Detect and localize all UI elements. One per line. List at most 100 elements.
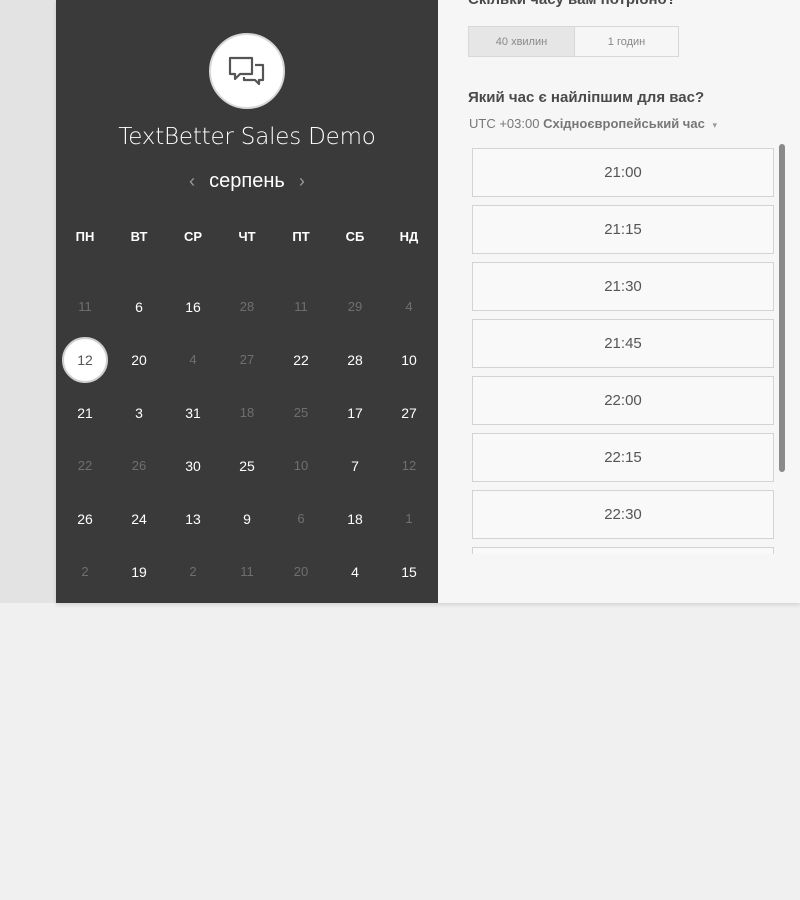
day-number: 12: [62, 336, 108, 383]
day-cell: 26: [112, 439, 166, 492]
day-number: 17: [347, 404, 363, 421]
chevron-left-icon[interactable]: ‹: [189, 171, 195, 192]
day-cell: 28: [220, 280, 274, 333]
day-cell[interactable]: 20: [112, 333, 166, 386]
day-cell: 11: [58, 280, 112, 333]
timezone-name: Східноєвропейський час: [543, 116, 705, 131]
day-number: 16: [185, 298, 201, 315]
weekday-label: ЧТ: [238, 229, 256, 244]
day-cell[interactable]: 7: [328, 439, 382, 492]
day-grid: 11 6 16 28 11 29 4 12 20 4 27 22 28 10 21 3 31 18 25 17 27 22…: [58, 280, 436, 598]
day-number: 15: [401, 563, 417, 580]
day-number: 20: [293, 564, 309, 579]
day-number: 10: [293, 458, 309, 473]
month-navigation: ‹ серпень ›: [56, 170, 438, 193]
day-cell[interactable]: 25: [220, 439, 274, 492]
day-number: 30: [185, 457, 201, 474]
day-number: 19: [131, 563, 147, 580]
time-slot[interactable]: 21:00: [472, 148, 774, 197]
day-cell[interactable]: 21: [58, 386, 112, 439]
day-number: 22: [77, 458, 93, 473]
day-cell-selected[interactable]: 12: [58, 333, 112, 386]
left-background-strip: [0, 0, 56, 603]
slot-list-scrollbar[interactable]: [779, 144, 785, 472]
time-slot[interactable]: 22:15: [472, 433, 774, 482]
chevron-right-icon[interactable]: ›: [299, 171, 305, 192]
day-cell: 27: [220, 333, 274, 386]
day-number: 7: [351, 457, 359, 474]
time-slot[interactable]: 22:30: [472, 490, 774, 539]
weekday-label: ПТ: [292, 229, 310, 244]
chat-bubbles-icon: [209, 33, 285, 109]
day-cell: 12: [382, 439, 436, 492]
day-cell[interactable]: 3: [112, 386, 166, 439]
day-cell: 4: [166, 333, 220, 386]
day-number: 11: [78, 299, 92, 314]
day-number: 4: [351, 563, 359, 580]
day-cell: 20: [274, 545, 328, 598]
day-cell: 2: [166, 545, 220, 598]
day-number: 6: [297, 511, 305, 526]
day-number: 1: [405, 511, 413, 526]
day-cell[interactable]: 26: [58, 492, 112, 545]
timezone-selector[interactable]: UTC +03:00 Східноєвропейський час ▾: [469, 116, 717, 131]
day-cell[interactable]: 18: [328, 492, 382, 545]
day-number: 20: [131, 351, 147, 368]
day-cell[interactable]: 28: [328, 333, 382, 386]
day-number: 3: [135, 404, 143, 421]
time-slot[interactable]: 21:15: [472, 205, 774, 254]
day-cell[interactable]: 16: [166, 280, 220, 333]
day-number: 6: [135, 298, 143, 315]
timezone-offset: UTC +03:00: [469, 116, 540, 131]
day-cell[interactable]: 27: [382, 386, 436, 439]
day-cell[interactable]: 4: [328, 545, 382, 598]
day-cell: 6: [274, 492, 328, 545]
day-number: 21: [77, 404, 93, 421]
scheduler-card: TextBetter Sales Demo ‹ серпень › ПН ВТ …: [56, 0, 800, 603]
duration-option-40min[interactable]: 40 хвилин: [469, 27, 575, 56]
time-question: Який час є найліпшим для вас?: [468, 89, 705, 106]
day-cell: 11: [220, 545, 274, 598]
day-number: 13: [185, 510, 201, 527]
day-cell: 29: [328, 280, 382, 333]
day-number: 28: [347, 351, 363, 368]
day-cell[interactable]: 15: [382, 545, 436, 598]
day-cell: 22: [58, 439, 112, 492]
day-cell[interactable]: 19: [112, 545, 166, 598]
day-number: 18: [239, 405, 255, 420]
day-number: 4: [189, 352, 197, 367]
weekday-header: ПН ВТ СР ЧТ ПТ СБ НД: [58, 229, 436, 244]
duration-question: Скільки часу вам потрібно?: [468, 0, 676, 8]
duration-option-1h[interactable]: 1 годин: [575, 27, 678, 56]
weekday-label: ПН: [75, 229, 95, 244]
day-cell[interactable]: 22: [274, 333, 328, 386]
day-cell[interactable]: 31: [166, 386, 220, 439]
day-cell[interactable]: 9: [220, 492, 274, 545]
time-slot[interactable]: 21:30: [472, 262, 774, 311]
time-slot[interactable]: 21:45: [472, 319, 774, 368]
day-cell[interactable]: 6: [112, 280, 166, 333]
time-slot[interactable]: 22:00: [472, 376, 774, 425]
day-cell: 4: [382, 280, 436, 333]
day-cell[interactable]: 17: [328, 386, 382, 439]
day-cell[interactable]: 24: [112, 492, 166, 545]
day-cell: 18: [220, 386, 274, 439]
day-number: 26: [131, 458, 147, 473]
day-cell[interactable]: 13: [166, 492, 220, 545]
weekday-label: НД: [399, 229, 419, 244]
day-cell[interactable]: 30: [166, 439, 220, 492]
day-number: 2: [189, 564, 197, 579]
day-cell[interactable]: 10: [382, 333, 436, 386]
calendar-panel: TextBetter Sales Demo ‹ серпень › ПН ВТ …: [56, 0, 438, 603]
day-number: 29: [347, 299, 363, 314]
day-number: 27: [239, 352, 255, 367]
day-number: 27: [401, 404, 417, 421]
time-slot[interactable]: [472, 547, 774, 554]
day-number: 4: [405, 299, 413, 314]
day-number: 11: [240, 564, 254, 579]
day-number: 24: [131, 510, 147, 527]
day-number: 25: [239, 457, 255, 474]
weekday-label: СБ: [345, 229, 365, 244]
weekday-label: СР: [183, 229, 203, 244]
caret-down-icon: ▾: [712, 120, 717, 130]
